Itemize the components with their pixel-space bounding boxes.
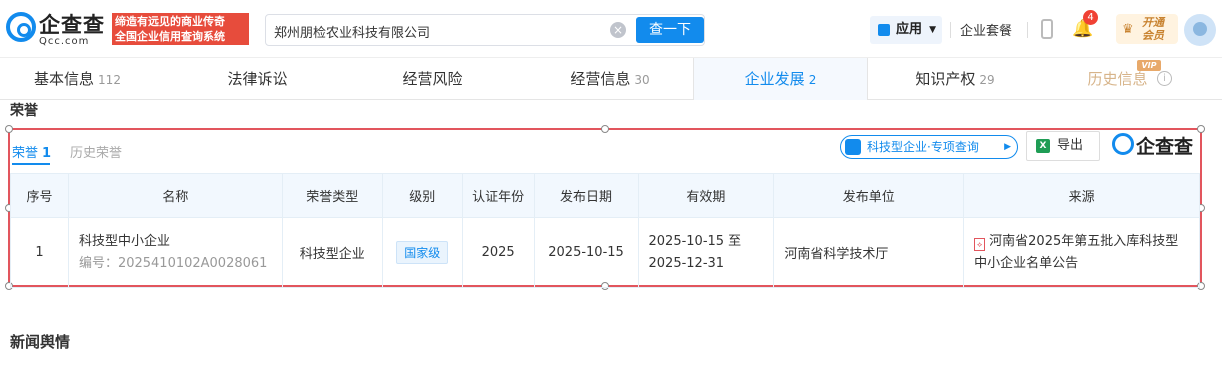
- col-header-name: 名称: [67, 173, 283, 218]
- building-icon: [845, 139, 861, 155]
- subtab-underline: [12, 163, 50, 165]
- tab-label: 知识产权: [915, 70, 976, 88]
- excel-icon: X: [1036, 139, 1050, 153]
- resize-handle[interactable]: [5, 125, 13, 133]
- subtab-label: 荣誉: [12, 146, 39, 161]
- tab-label: 经营风险: [402, 70, 463, 88]
- col-header-type: 荣誉类型: [281, 173, 383, 218]
- cell-source: ⟡ 河南省2025年第五批入库科技型中小企业名单公告: [963, 217, 1200, 288]
- tab-development[interactable]: 企业发展 2: [693, 58, 868, 100]
- tab-operation[interactable]: 经营信息 30: [530, 58, 690, 100]
- tab-count: 2: [808, 73, 817, 87]
- table-header-row: 序号 名称 荣誉类型 级别 认证年份 发布日期 有效期 发布单位 来源: [10, 173, 1200, 218]
- honors-table: 序号 名称 荣誉类型 级别 认证年份 发布日期 有效期 发布单位 来源 1 科技…: [10, 173, 1200, 288]
- main-tabs: 基本信息 112 法律诉讼 经营风险 经营信息 30 企业发展 2 知识产权 29 历史…: [0, 58, 1222, 100]
- notification-badge: 4: [1083, 10, 1098, 25]
- col-header-index: 序号: [10, 173, 69, 218]
- honors-panel: 荣誉 1 历史荣誉 科技型企业·专项查询 ▶ X 导出 企查查 序号 名称 荣誉类…: [5, 125, 1205, 290]
- tab-risk[interactable]: 经营风险: [355, 58, 510, 100]
- apps-grid-icon: [878, 24, 890, 36]
- tab-label: 企业发展: [744, 70, 805, 88]
- col-header-year: 认证年份: [461, 173, 535, 218]
- special-query-button[interactable]: 科技型企业·专项查询 ▶: [840, 135, 1018, 159]
- cell-level: 国家级: [381, 217, 463, 288]
- special-query-label: 科技型企业·专项查询: [867, 140, 979, 154]
- valid-to: 2025-12-31: [648, 255, 725, 271]
- honor-code: 编号：2025410102A0028061: [78, 255, 268, 271]
- tab-count: 29: [979, 73, 995, 87]
- qcc-brand-text: 企查查: [1136, 136, 1194, 158]
- logo-icon: [6, 12, 36, 42]
- subtab-count: 1: [42, 146, 52, 161]
- search-input[interactable]: [274, 22, 604, 40]
- open-vip-button[interactable]: ♛ 开通 会员: [1116, 14, 1178, 44]
- vip-label: 开通 会员: [1142, 16, 1164, 42]
- tab-count: 112: [98, 73, 121, 87]
- cell-type: 科技型企业: [281, 217, 383, 288]
- tab-basic-info[interactable]: 基本信息 112: [0, 58, 155, 100]
- slogan-banner: 缔造有远见的商业传奇 全国企业信用查询系统: [112, 13, 249, 45]
- mobile-icon[interactable]: [1041, 19, 1053, 39]
- slogan-line-1: 缔造有远见的商业传奇: [115, 15, 225, 28]
- apps-menu-button[interactable]: 应用 ▼: [870, 16, 942, 44]
- tab-legal[interactable]: 法律诉讼: [180, 58, 335, 100]
- pdf-icon: ⟡: [974, 237, 986, 251]
- tab-count: 30: [634, 73, 650, 87]
- cell-index: 1: [10, 217, 69, 288]
- subtab-label: 历史荣誉: [70, 146, 123, 161]
- divider: [1027, 22, 1028, 38]
- vip-line-2: 会员: [1142, 29, 1164, 42]
- export-label: 导出: [1057, 138, 1084, 153]
- col-header-validity: 有效期: [637, 173, 775, 218]
- tab-label: 法律诉讼: [227, 70, 288, 88]
- clear-icon[interactable]: ×: [610, 22, 626, 38]
- user-avatar[interactable]: [1184, 14, 1216, 46]
- col-header-publish-date: 发布日期: [533, 173, 639, 218]
- valid-from: 2025-10-15 至: [648, 233, 742, 249]
- section-title-news: 新闻舆情: [10, 333, 71, 351]
- caret-down-icon: ▼: [929, 25, 936, 35]
- section-title: 荣誉: [10, 103, 38, 119]
- cell-unit: 河南省科学技术厅: [773, 217, 965, 288]
- caret-right-icon: ▶: [1004, 142, 1011, 152]
- cell-publish-date: 2025-10-15: [533, 217, 639, 288]
- subtab-history-honors[interactable]: 历史荣誉: [70, 142, 122, 161]
- cell-year: 2025: [461, 217, 535, 288]
- search-button[interactable]: 查一下: [636, 17, 704, 43]
- col-header-unit: 发布单位: [773, 173, 965, 218]
- vip-tag: VIP: [1137, 60, 1161, 71]
- info-icon[interactable]: i: [1157, 71, 1172, 86]
- vip-line-1: 开通: [1142, 16, 1164, 29]
- cell-name: 科技型中小企业 编号：2025410102A0028061: [67, 217, 283, 288]
- resize-handle[interactable]: [601, 125, 609, 133]
- source-link[interactable]: 河南省2025年第五批入库科技型中小企业名单公告: [974, 234, 1178, 271]
- logo-subtext: Qcc.com: [39, 36, 90, 47]
- resize-handle[interactable]: [1197, 125, 1205, 133]
- col-header-level: 级别: [381, 173, 463, 218]
- cell-validity: 2025-10-15 至 2025-12-31: [637, 217, 775, 288]
- level-badge: 国家级: [396, 241, 449, 264]
- export-button[interactable]: X 导出: [1026, 131, 1100, 161]
- vip-crown-icon: ♛: [1122, 22, 1134, 37]
- qcc-brand-icon: [1112, 133, 1134, 155]
- tab-label: 基本信息: [34, 70, 95, 88]
- search-box: × 查一下: [265, 14, 705, 46]
- qcc-logo[interactable]: 企查查 Qcc.com: [6, 9, 110, 49]
- enterprise-package-link[interactable]: 企业套餐: [960, 20, 1012, 39]
- col-header-source: 来源: [963, 173, 1200, 218]
- apps-label: 应用: [896, 22, 923, 37]
- logo-text: 企查查: [39, 13, 105, 37]
- top-header: 企查查 Qcc.com 缔造有远见的商业传奇 全国企业信用查询系统 × 查一下 …: [0, 0, 1222, 58]
- divider: [950, 22, 951, 38]
- slogan-line-2: 全国企业信用查询系统: [115, 30, 225, 43]
- honor-name: 科技型中小企业: [78, 233, 170, 249]
- issuer-link[interactable]: 河南省科学技术厅: [784, 247, 888, 262]
- table-row: 1 科技型中小企业 编号：2025410102A0028061 科技型企业 国家…: [10, 217, 1200, 288]
- subtab-honors[interactable]: 荣誉 1: [12, 142, 51, 161]
- tab-label: 历史信息: [1087, 70, 1148, 88]
- tab-ip[interactable]: 知识产权 29: [880, 58, 1030, 100]
- tab-label: 经营信息: [570, 70, 631, 88]
